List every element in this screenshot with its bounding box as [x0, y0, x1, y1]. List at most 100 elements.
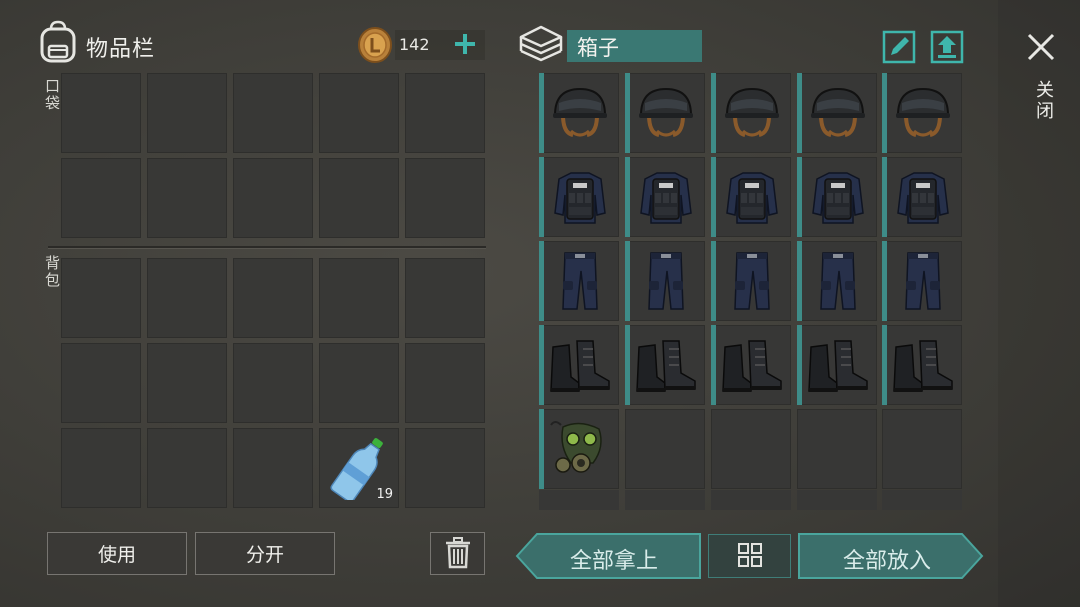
box-item-slot[interactable]	[711, 157, 791, 237]
sort-button[interactable]	[708, 534, 791, 578]
police-vest-icon	[554, 172, 606, 224]
pocket-slot[interactable]	[405, 73, 485, 153]
box-empty-slot[interactable]	[539, 490, 619, 510]
box-item-slot[interactable]	[711, 325, 791, 405]
box-empty-slot[interactable]	[882, 409, 962, 489]
box-item-slot[interactable]	[539, 157, 619, 237]
box-item-slot[interactable]	[882, 241, 962, 321]
plus-icon	[455, 34, 475, 54]
pants-icon	[648, 252, 684, 310]
box-item-slot[interactable]	[797, 241, 877, 321]
take-all-button[interactable]: 全部拿上	[515, 533, 701, 579]
box-empty-slot[interactable]	[711, 409, 791, 489]
box-item-slot[interactable]	[797, 325, 877, 405]
box-empty-slot[interactable]	[882, 490, 962, 510]
box-item-slot[interactable]	[797, 73, 877, 153]
backpack-slot[interactable]	[147, 258, 227, 338]
box-icon	[519, 25, 563, 62]
take-all-label: 全部拿上	[569, 549, 658, 574]
box-item-slot[interactable]	[882, 157, 962, 237]
boots-icon	[636, 340, 696, 392]
backpack-slot[interactable]	[319, 258, 399, 338]
backpack-slot[interactable]	[319, 343, 399, 423]
backpack-label: 背包	[43, 255, 61, 289]
pocket-slot[interactable]	[319, 158, 399, 238]
pocket-slot[interactable]	[61, 158, 141, 238]
discard-button[interactable]	[430, 532, 485, 575]
coin-icon	[358, 27, 392, 63]
pocket-slot[interactable]	[233, 158, 313, 238]
box-item-slot[interactable]	[625, 73, 705, 153]
close-button[interactable]	[1022, 28, 1060, 66]
police-vest-icon	[897, 172, 949, 224]
pocket-slot[interactable]	[405, 158, 485, 238]
box-item-slot[interactable]	[882, 73, 962, 153]
helmet-icon	[725, 87, 779, 137]
police-vest-icon	[812, 172, 864, 224]
pocket-slot[interactable]	[61, 73, 141, 153]
pants-icon	[562, 252, 598, 310]
gas-mask-icon	[550, 421, 602, 473]
backpack-slot[interactable]	[147, 428, 227, 508]
box-empty-slot[interactable]	[797, 409, 877, 489]
box-item-slot[interactable]	[711, 241, 791, 321]
box-item-slot[interactable]	[539, 325, 619, 405]
backpack-slot[interactable]	[233, 343, 313, 423]
rename-button[interactable]	[882, 30, 916, 64]
helmet-icon	[896, 87, 950, 137]
box-item-slot[interactable]	[882, 325, 962, 405]
backpack-slot[interactable]	[405, 428, 485, 508]
box-empty-slot[interactable]	[797, 490, 877, 510]
police-vest-icon	[726, 172, 778, 224]
box-item-slot[interactable]	[625, 325, 705, 405]
add-coins-button[interactable]	[446, 26, 484, 62]
pants-icon	[734, 252, 770, 310]
backpack-slot[interactable]: 19	[319, 428, 399, 508]
split-button[interactable]: 分开	[195, 532, 335, 575]
backpack-slot[interactable]	[233, 258, 313, 338]
pocket-slot[interactable]	[147, 73, 227, 153]
backpack-icon	[40, 20, 76, 63]
backpack-slot[interactable]	[233, 428, 313, 508]
trash-icon	[445, 537, 470, 569]
boots-icon	[808, 340, 868, 392]
pocket-slot[interactable]	[147, 158, 227, 238]
backpack-slot[interactable]	[405, 258, 485, 338]
pocket-slot[interactable]	[319, 73, 399, 153]
box-item-slot[interactable]	[625, 241, 705, 321]
box-item-slot[interactable]	[539, 409, 619, 489]
boots-icon	[893, 340, 953, 392]
helmet-icon	[811, 87, 865, 137]
boots-icon	[550, 340, 610, 392]
put-all-label: 全部放入	[842, 549, 931, 574]
pants-icon	[905, 252, 941, 310]
box-grid-next-row[interactable]	[538, 490, 962, 510]
backpack-slot[interactable]	[61, 428, 141, 508]
close-label[interactable]: 关闭	[1030, 80, 1056, 122]
pocket-slot[interactable]	[233, 73, 313, 153]
backpack-slot[interactable]	[61, 343, 141, 423]
box-item-slot[interactable]	[711, 73, 791, 153]
box-item-slot[interactable]	[539, 241, 619, 321]
pants-icon	[820, 252, 856, 310]
backpack-slot[interactable]	[147, 343, 227, 423]
box-empty-slot[interactable]	[711, 490, 791, 510]
box-name-field[interactable]: 箱子	[567, 30, 702, 62]
inventory-title: 物品栏	[86, 37, 156, 62]
backpack-slot[interactable]	[405, 343, 485, 423]
backpack-slot[interactable]	[61, 258, 141, 338]
box-item-slot[interactable]	[797, 157, 877, 237]
grid-sort-icon	[737, 542, 762, 567]
upload-icon	[930, 30, 964, 64]
put-all-button[interactable]: 全部放入	[798, 533, 984, 579]
helmet-icon	[639, 87, 693, 137]
helmet-icon	[553, 87, 607, 137]
use-button[interactable]: 使用	[47, 532, 187, 575]
close-icon	[1027, 33, 1055, 61]
box-item-slot[interactable]	[625, 157, 705, 237]
box-empty-slot[interactable]	[625, 490, 705, 510]
boots-icon	[722, 340, 782, 392]
box-empty-slot[interactable]	[625, 409, 705, 489]
box-item-slot[interactable]	[539, 73, 619, 153]
upload-button[interactable]	[930, 30, 964, 64]
